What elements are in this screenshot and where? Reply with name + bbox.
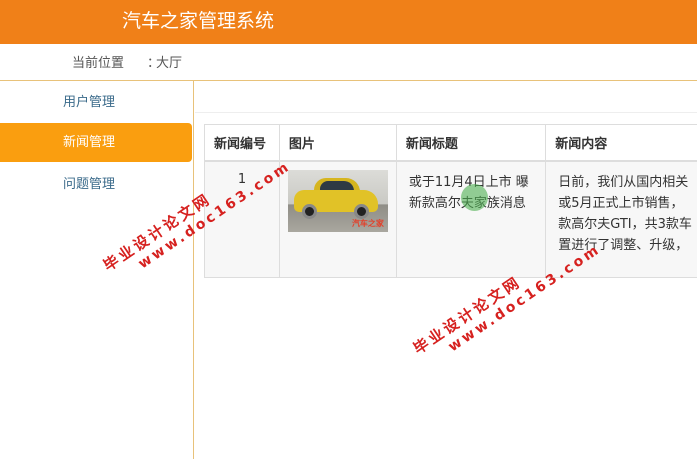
column-header-image: 图片	[278, 124, 397, 162]
app-header: 汽车之家管理系统	[0, 0, 697, 44]
image-stamp: 汽车之家	[351, 218, 384, 228]
app-title: 汽车之家管理系统	[122, 10, 275, 32]
sidebar-item-users[interactable]: 用户管理	[0, 83, 192, 122]
column-header-content: 新闻内容	[545, 124, 697, 162]
divider	[195, 112, 697, 113]
content-line: 或5月正式上市销售，	[558, 195, 684, 211]
sidebar-item-questions[interactable]: 问题管理	[0, 165, 192, 204]
content-line: 日前，我们从国内相关	[558, 174, 689, 190]
cell-title: 或于11月4日上市 曝新款高尔夫家族消息	[395, 160, 547, 278]
car-wheel-rear	[353, 203, 369, 219]
breadcrumb-current[interactable]: 大厅	[156, 52, 182, 71]
cell-image: 汽车之家	[278, 160, 397, 278]
sidebar: 用户管理 新闻管理 问题管理	[0, 81, 194, 459]
main-content: 新闻编号 图片 新闻标题 新闻内容 1 汽车之家 或于11月4日上市 曝新款高尔…	[195, 81, 697, 459]
car-image[interactable]: 汽车之家	[287, 169, 388, 232]
car-wheel-front	[301, 203, 317, 219]
breadcrumb: 当前位置 ： 大厅	[0, 44, 697, 81]
cursor-indicator	[461, 184, 488, 211]
sidebar-item-news[interactable]: 新闻管理	[0, 123, 192, 162]
breadcrumb-label: 当前位置	[72, 56, 125, 71]
column-header-title: 新闻标题	[395, 124, 547, 162]
